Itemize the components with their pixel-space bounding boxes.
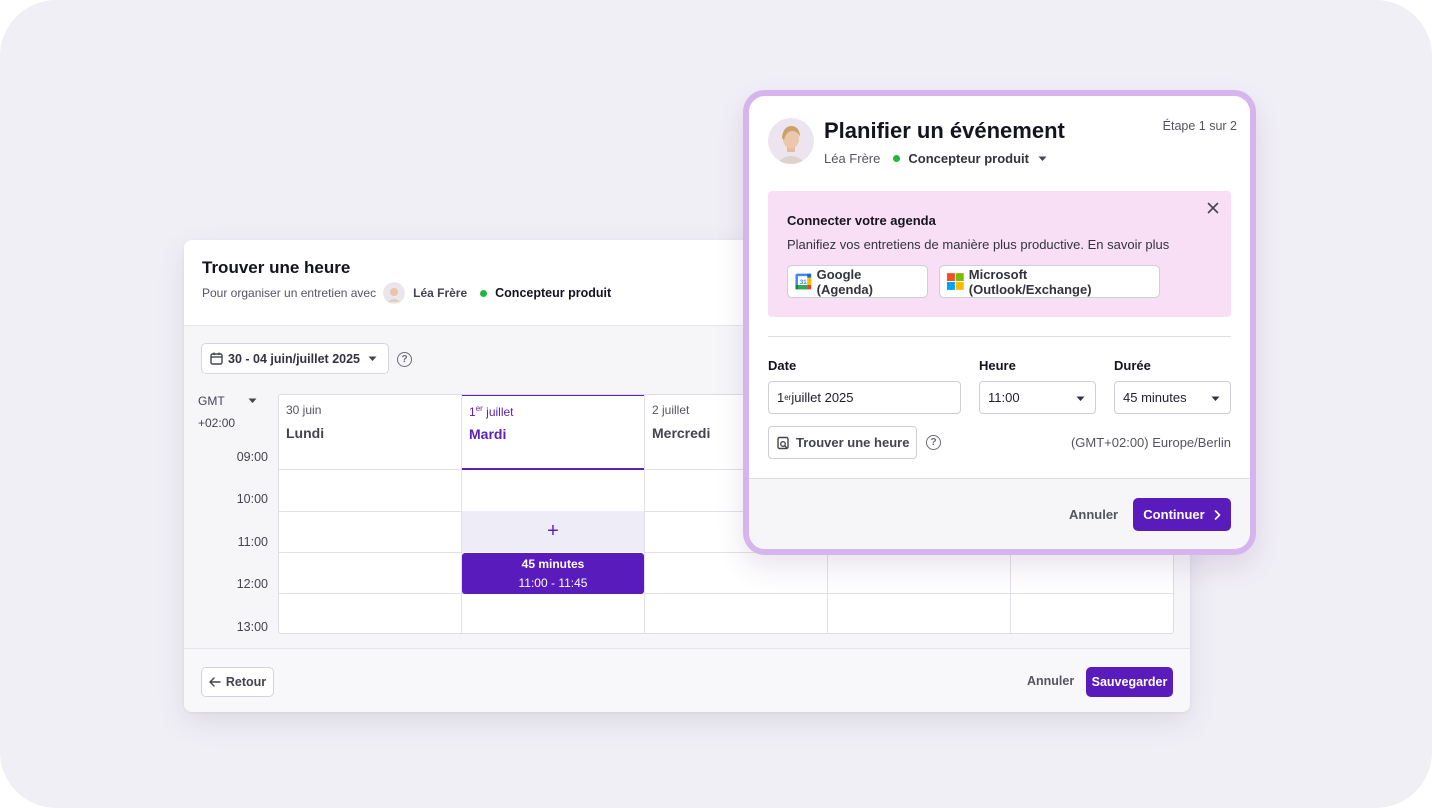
event-duration: 45 minutes bbox=[521, 557, 585, 571]
duration-value: 45 minutes bbox=[1123, 390, 1187, 405]
status-dot bbox=[480, 289, 488, 297]
date-field[interactable]: 1 er juillet 2025 bbox=[768, 381, 961, 414]
chevron-down-icon bbox=[1076, 396, 1085, 401]
continue-button[interactable]: Continuer bbox=[1133, 498, 1231, 531]
modal-footer: Annuler Continuer bbox=[749, 478, 1250, 549]
date-label: Date bbox=[768, 358, 797, 373]
help-icon[interactable]: ? bbox=[397, 352, 412, 367]
date-range-label: 30 - 04 juin/juillet 2025 bbox=[228, 351, 361, 366]
time-label: Heure bbox=[979, 358, 1016, 373]
finder-title: Trouver une heure bbox=[202, 258, 351, 277]
day-date: 1er juillet bbox=[469, 404, 514, 419]
connect-calendar-banner: Connecter votre agenda Planifiez vos ent… bbox=[768, 191, 1231, 317]
day-weekday: Mercredi bbox=[652, 425, 711, 441]
cancel-button[interactable]: Annuler bbox=[1027, 674, 1074, 688]
microsoft-label: Microsoft (Outlook/Exchange) bbox=[968, 266, 1092, 297]
google-calendar-button[interactable]: 31 Google (Agenda) bbox=[787, 265, 928, 298]
day-column-monday: 30 juin Lundi bbox=[279, 395, 462, 633]
banner-title: Connecter votre agenda bbox=[787, 213, 936, 228]
date-range-picker[interactable]: 30 - 04 juin/juillet 2025 bbox=[201, 343, 389, 374]
chevron-down-icon[interactable] bbox=[1038, 156, 1047, 162]
schedule-modal-frame: Planifier un événement Étape 1 sur 2 Léa… bbox=[743, 90, 1256, 555]
time-select[interactable]: 11:00 bbox=[979, 381, 1096, 414]
back-button[interactable]: Retour bbox=[201, 667, 274, 697]
modal-title: Planifier un événement bbox=[824, 118, 1065, 143]
cancel-button[interactable]: Annuler bbox=[1069, 507, 1118, 522]
chevron-down-icon bbox=[1211, 396, 1220, 401]
time-value: 11:00 bbox=[988, 390, 1020, 405]
avatar bbox=[383, 282, 406, 304]
status-dot bbox=[893, 155, 901, 162]
search-calendar-icon bbox=[777, 436, 789, 449]
timezone-line1: GMT bbox=[198, 394, 225, 408]
time-slot[interactable] bbox=[279, 471, 461, 511]
hour-label: 10:00 bbox=[236, 492, 268, 506]
day-date: 2 juillet bbox=[652, 403, 690, 417]
google-calendar-icon: 31 bbox=[795, 273, 812, 290]
help-icon[interactable]: ? bbox=[926, 435, 941, 450]
chevron-down-icon bbox=[368, 356, 377, 361]
arrow-left-icon bbox=[209, 677, 221, 687]
back-label: Retour bbox=[225, 675, 267, 689]
subtitle-text: Pour organiser un entretien avec bbox=[202, 286, 377, 300]
chevron-down-icon bbox=[248, 398, 257, 403]
day-column-tuesday: 1er juillet Mardi + 45 minutes 11:00 - 1… bbox=[462, 395, 645, 633]
duration-label: Durée bbox=[1114, 358, 1151, 373]
microsoft-icon bbox=[947, 273, 964, 290]
chevron-right-icon bbox=[1214, 509, 1220, 520]
day-header: 1er juillet Mardi bbox=[462, 395, 644, 470]
hour-label: 12:00 bbox=[236, 577, 268, 591]
find-time-button[interactable]: Trouver une heure bbox=[768, 426, 917, 459]
scheduled-event[interactable]: 45 minutes 11:00 - 11:45 bbox=[462, 553, 644, 594]
role-label: Concepteur produit bbox=[495, 286, 612, 300]
find-time-label: Trouver une heure bbox=[796, 435, 910, 450]
duration-select[interactable]: 45 minutes bbox=[1114, 381, 1231, 414]
divider bbox=[768, 336, 1231, 337]
candidate-name: Léa Frère bbox=[413, 286, 468, 300]
finder-subtitle: Pour organiser un entretien avec Léa Frè… bbox=[202, 282, 611, 304]
svg-text:31: 31 bbox=[800, 279, 808, 286]
timezone-text: (GMT+02:00) Europe/Berlin bbox=[1070, 435, 1231, 450]
google-label: Google (Agenda) bbox=[816, 266, 873, 297]
banner-description: Planifiez vos entretiens de manière plus… bbox=[787, 237, 1170, 252]
save-button[interactable]: Sauvegarder bbox=[1086, 667, 1173, 697]
modal-subtitle: Léa Frère Concepteur produit bbox=[824, 151, 1047, 166]
timezone-line2: +02:00 bbox=[198, 416, 236, 430]
hour-label: 11:00 bbox=[237, 535, 268, 549]
background-stage: Trouver une heure Pour organiser un entr… bbox=[0, 0, 1432, 808]
calendar-icon bbox=[210, 352, 223, 365]
role-selector[interactable]: Concepteur produit bbox=[908, 151, 1029, 166]
finder-footer: Retour Annuler Sauvegarder bbox=[184, 648, 1190, 712]
timezone-selector[interactable]: GMT +02:00 bbox=[198, 390, 268, 434]
day-header: 30 juin Lundi bbox=[279, 395, 461, 470]
plus-icon: + bbox=[547, 520, 559, 542]
hour-label: 13:00 bbox=[236, 620, 268, 634]
continue-label: Continuer bbox=[1143, 507, 1205, 522]
step-indicator: Étape 1 sur 2 bbox=[1162, 119, 1237, 133]
schedule-modal: Planifier un événement Étape 1 sur 2 Léa… bbox=[749, 96, 1250, 549]
add-slot-button[interactable]: + bbox=[462, 511, 644, 552]
close-icon[interactable] bbox=[1205, 200, 1221, 216]
event-time: 11:00 - 11:45 bbox=[518, 576, 588, 590]
hour-label: 09:00 bbox=[236, 450, 268, 464]
day-weekday: Mardi bbox=[469, 426, 507, 442]
day-weekday: Lundi bbox=[286, 425, 325, 441]
avatar bbox=[768, 118, 814, 164]
day-date: 30 juin bbox=[286, 403, 322, 417]
microsoft-calendar-button[interactable]: Microsoft (Outlook/Exchange) bbox=[939, 265, 1160, 298]
candidate-name: Léa Frère bbox=[824, 151, 881, 166]
